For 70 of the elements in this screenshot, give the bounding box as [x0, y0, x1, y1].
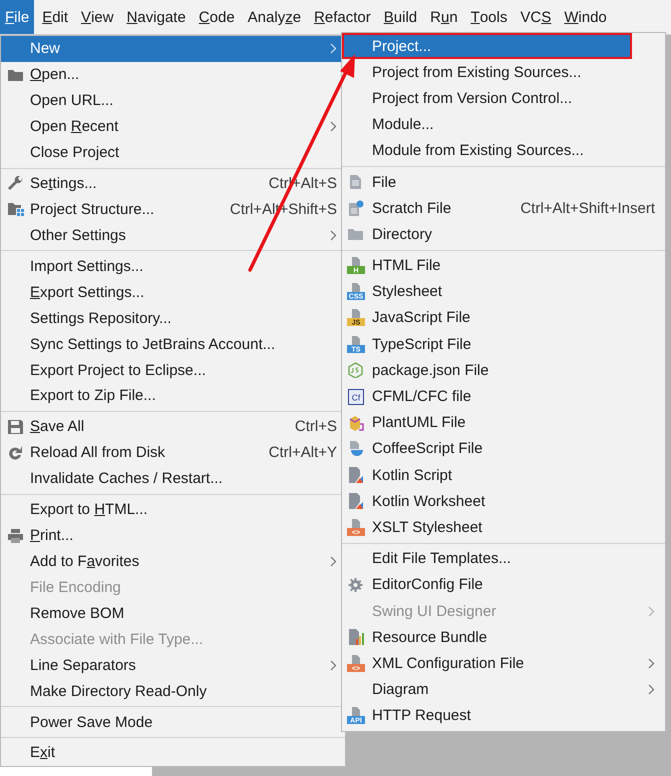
menu-item[interactable]: Settings Repository...: [1, 305, 345, 332]
menu-item[interactable]: Open URL...: [1, 88, 345, 114]
menu-item[interactable]: Add to Favorites: [1, 548, 345, 574]
menu-item[interactable]: Export Project to Eclipse...: [1, 357, 345, 383]
menu-item[interactable]: Edit File Templates...: [342, 546, 665, 572]
menu-item[interactable]: Module from Existing Sources...: [342, 138, 665, 164]
gear-icon: [347, 576, 364, 593]
menu-bar-item[interactable]: View: [76, 0, 119, 34]
menu-item[interactable]: Line Separators: [1, 652, 345, 678]
menu-item[interactable]: Project from Version Control...: [342, 85, 665, 112]
menu-item[interactable]: package.json File: [342, 357, 665, 384]
folder-grid-icon: [7, 201, 24, 218]
menu-item[interactable]: Import Settings...: [1, 253, 345, 280]
menu-bar-item[interactable]: Analyze: [242, 0, 306, 34]
menu-item[interactable]: Export to Zip File...: [1, 382, 345, 409]
shortcut-text: Ctrl+S: [294, 418, 337, 436]
menu-bar-item[interactable]: Tools: [466, 0, 512, 34]
menu-item[interactable]: Exit: [1, 740, 345, 766]
shortcut-text: Ctrl+Alt+Y: [268, 444, 337, 462]
menu-bar-item[interactable]: Refactor: [309, 0, 376, 34]
kotlin-icon: [347, 467, 364, 484]
reload-icon: [7, 444, 24, 461]
menu-item[interactable]: File: [342, 168, 665, 196]
menu-item[interactable]: Invalidate Caches / Restart...: [1, 466, 345, 492]
shortcut-text: Ctrl+Alt+Shift+Insert: [520, 200, 655, 217]
cup-icon: [347, 440, 364, 457]
menu-item[interactable]: Resource Bundle: [342, 624, 665, 650]
menu-bar-item[interactable]: Edit: [37, 0, 74, 34]
menu-item[interactable]: Export to HTML...: [1, 496, 345, 523]
menu-item[interactable]: Project...: [342, 33, 632, 60]
menu-bar-item[interactable]: VCS: [515, 0, 556, 34]
document-clock-icon: [347, 200, 364, 216]
menu-item[interactable]: Directory: [342, 221, 665, 248]
menu-bar-item[interactable]: Build: [378, 0, 422, 34]
menu-item[interactable]: Open...: [1, 62, 345, 88]
file-type-icon: Cf: [348, 388, 364, 405]
menu-bar-item[interactable]: Windo: [559, 0, 612, 34]
kotlin-icon: [347, 493, 364, 510]
bar-chart-icon: [347, 629, 364, 646]
menu-item[interactable]: Save All Ctrl+S: [1, 414, 345, 440]
menu-item[interactable]: Project from Existing Sources...: [342, 59, 665, 86]
menu-item[interactable]: Diagram: [342, 676, 665, 703]
wrench-icon: [7, 176, 24, 192]
menu-item[interactable]: Remove BOM: [1, 600, 345, 626]
menu-bar-item[interactable]: Code: [194, 0, 240, 34]
menu-item[interactable]: Power Save Mode: [1, 709, 345, 735]
hexagon-icon: [347, 362, 364, 378]
menu-item[interactable]: PlantUML File: [342, 410, 665, 436]
menu-item[interactable]: Module...: [342, 112, 665, 138]
menu-item[interactable]: Other Settings: [1, 222, 345, 248]
menu-item[interactable]: Scratch File Ctrl+Alt+Shift+Insert: [342, 195, 665, 222]
menu-bar-item[interactable]: Navigate: [122, 0, 191, 34]
document-icon: [347, 174, 364, 190]
menu-bar-item[interactable]: Run: [425, 0, 463, 34]
menu-item[interactable]: Open Recent: [1, 114, 345, 140]
menu-item[interactable]: Sync Settings to JetBrains Account...: [1, 331, 345, 358]
cube-icon: [347, 414, 364, 431]
menu-item[interactable]: Reload All from Disk Ctrl+Alt+Y: [1, 440, 345, 466]
printer-icon: [7, 528, 24, 544]
menu-item[interactable]: Export Settings...: [1, 279, 345, 306]
menu-item[interactable]: Kotlin Worksheet: [342, 488, 665, 514]
menu-item[interactable]: CoffeeScript File: [342, 436, 665, 462]
folder-icon: [347, 226, 364, 242]
menu-item[interactable]: Cf CFML/CFC file: [342, 383, 665, 410]
menu-item[interactable]: Kotlin Script: [342, 462, 665, 488]
menu-item[interactable]: Close Project: [1, 140, 345, 166]
menu-item[interactable]: Make Directory Read-Only: [1, 678, 345, 704]
menu-item[interactable]: Print...: [1, 522, 345, 549]
menu-bar-item[interactable]: File: [0, 0, 34, 34]
menu-item[interactable]: EditorConfig File: [342, 572, 665, 598]
